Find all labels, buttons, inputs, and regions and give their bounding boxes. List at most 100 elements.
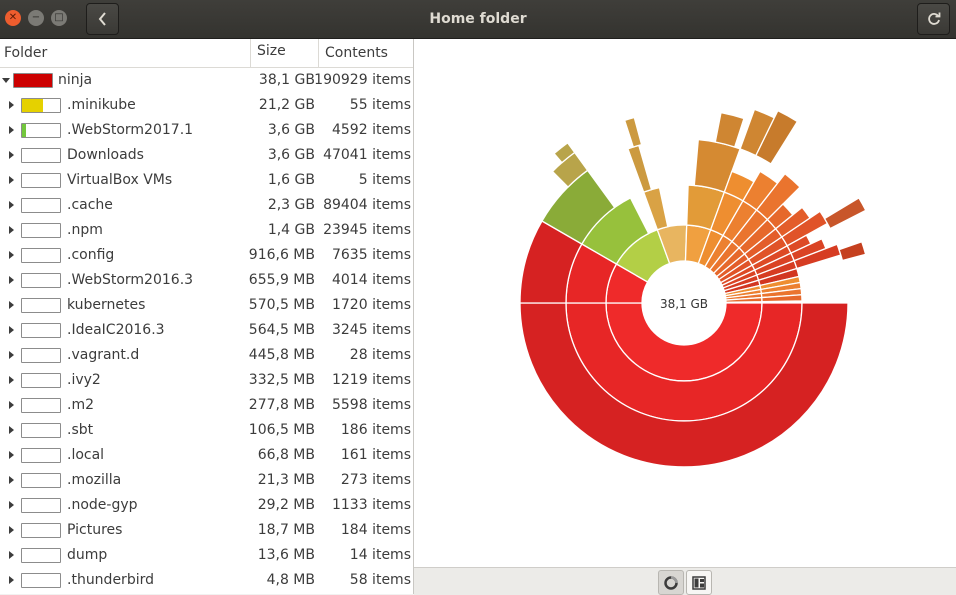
tree-row[interactable]: VirtualBox VMs 1,6 GB 5 items [0, 168, 413, 193]
folder-contents: 1133 items [331, 497, 411, 513]
expander-right-icon[interactable] [9, 326, 14, 334]
ring-segment[interactable] [642, 186, 669, 231]
expander-right-icon[interactable] [9, 501, 14, 509]
expander-right-icon[interactable] [9, 101, 14, 109]
folder-tree[interactable]: Folder Size Contents ninja 38,1 GB 19092… [0, 39, 414, 594]
expander-right-icon[interactable] [9, 201, 14, 209]
tree-row[interactable]: .m2 277,8 MB 5598 items [0, 393, 413, 418]
tree-row[interactable]: .ivy2 332,5 MB 1219 items [0, 368, 413, 393]
expander-right-icon[interactable] [9, 151, 14, 159]
folder-name: .WebStorm2017.1 [67, 122, 194, 138]
folder-size: 21,2 GB [258, 97, 315, 113]
expander-right-icon[interactable] [9, 576, 14, 584]
tree-row[interactable]: .cache 2,3 GB 89404 items [0, 193, 413, 218]
ring-segment[interactable] [714, 111, 745, 148]
folder-contents: 23945 items [323, 222, 411, 238]
ring-center-label: 38,1 GB [660, 297, 708, 311]
folder-name: .sbt [67, 422, 94, 438]
expander-down-icon[interactable] [2, 78, 10, 83]
tree-row[interactable]: .WebStorm2016.3 655,9 MB 4014 items [0, 268, 413, 293]
folder-size: 29,2 MB [257, 497, 315, 513]
expander-right-icon[interactable] [9, 301, 14, 309]
folder-name: .m2 [67, 397, 94, 413]
folder-name: .mozilla [67, 472, 122, 488]
ring-segment[interactable] [623, 116, 643, 148]
folder-contents: 55 items [349, 97, 411, 113]
column-separator [318, 39, 319, 67]
tree-row[interactable]: .sbt 106,5 MB 186 items [0, 418, 413, 443]
ring-chart-icon [664, 575, 678, 590]
expander-right-icon[interactable] [9, 226, 14, 234]
tree-row[interactable]: Downloads 3,6 GB 47041 items [0, 143, 413, 168]
view-switcher-bar [414, 567, 956, 595]
tree-row-root[interactable]: ninja 38,1 GB 190929 items [0, 68, 413, 93]
tree-row[interactable]: .IdeaIC2016.3 564,5 MB 3245 items [0, 318, 413, 343]
folder-name: .npm [67, 222, 103, 238]
tree-row[interactable]: .config 916,6 MB 7635 items [0, 243, 413, 268]
ring-chart-view-button[interactable] [658, 570, 684, 595]
tree-row[interactable]: dump 13,6 MB 14 items [0, 543, 413, 568]
expander-right-icon[interactable] [9, 251, 14, 259]
folder-name: Downloads [67, 147, 144, 163]
usage-bar [21, 448, 61, 463]
expander-right-icon[interactable] [9, 426, 14, 434]
ring-segment[interactable] [627, 144, 653, 193]
tree-row[interactable]: .WebStorm2017.1 3,6 GB 4592 items [0, 118, 413, 143]
expander-right-icon[interactable] [9, 526, 14, 534]
usage-bar [21, 373, 61, 388]
folder-size: 18,7 MB [257, 522, 315, 538]
usage-bar [21, 98, 61, 113]
tree-row[interactable]: .node-gyp 29,2 MB 1133 items [0, 493, 413, 518]
usage-bar [21, 298, 61, 313]
tree-row[interactable]: Pictures 18,7 MB 184 items [0, 518, 413, 543]
refresh-icon [927, 12, 940, 25]
tree-row[interactable]: .thunderbird 4,8 MB 58 items [0, 568, 413, 593]
expander-right-icon[interactable] [9, 276, 14, 284]
tree-row[interactable]: .minikube 21,2 GB 55 items [0, 93, 413, 118]
folder-name: VirtualBox VMs [67, 172, 173, 188]
expander-right-icon[interactable] [9, 176, 14, 184]
folder-contents: 7635 items [331, 247, 411, 263]
folder-contents: 3245 items [331, 322, 411, 338]
expander-right-icon[interactable] [9, 126, 14, 134]
ring-chart[interactable]: 38,1 GB [414, 39, 956, 567]
expander-right-icon[interactable] [9, 376, 14, 384]
folder-size: 277,8 MB [248, 397, 315, 413]
expander-right-icon[interactable] [9, 351, 14, 359]
folder-name: .minikube [67, 97, 136, 113]
folder-name: kubernetes [67, 297, 146, 313]
folder-name: .thunderbird [67, 572, 154, 588]
column-header-size[interactable]: Size [257, 39, 315, 67]
folder-contents: 273 items [340, 472, 411, 488]
folder-contents: 89404 items [323, 197, 411, 213]
folder-size: 655,9 MB [248, 272, 315, 288]
expander-right-icon[interactable] [9, 451, 14, 459]
usage-bar-fill [22, 99, 44, 112]
tree-row[interactable]: .npm 1,4 GB 23945 items [0, 218, 413, 243]
ring-segment[interactable] [838, 240, 867, 262]
treemap-view-button[interactable] [686, 570, 712, 595]
usage-bar [21, 198, 61, 213]
tree-row[interactable]: kubernetes 570,5 MB 1720 items [0, 293, 413, 318]
usage-bar [21, 423, 61, 438]
ring-segment[interactable] [823, 197, 867, 230]
usage-bar [21, 523, 61, 538]
usage-bar-fill [22, 124, 26, 137]
column-header-contents[interactable]: Contents [325, 39, 388, 67]
expander-right-icon[interactable] [9, 551, 14, 559]
folder-contents: 5 items [358, 172, 411, 188]
tree-row[interactable]: .local 66,8 MB 161 items [0, 443, 413, 468]
ring-chart-pane[interactable]: 38,1 GB [414, 39, 956, 567]
folder-name: .ivy2 [67, 372, 101, 388]
usage-bar [21, 123, 61, 138]
folder-name: .node-gyp [67, 497, 138, 513]
column-header-folder[interactable]: Folder [4, 39, 47, 67]
expander-right-icon[interactable] [9, 476, 14, 484]
tree-row[interactable]: .vagrant.d 445,8 MB 28 items [0, 343, 413, 368]
usage-bar [21, 348, 61, 363]
folder-contents: 47041 items [323, 147, 411, 163]
refresh-button[interactable] [917, 3, 950, 35]
usage-bar [21, 498, 61, 513]
expander-right-icon[interactable] [9, 401, 14, 409]
tree-row[interactable]: .mozilla 21,3 MB 273 items [0, 468, 413, 493]
